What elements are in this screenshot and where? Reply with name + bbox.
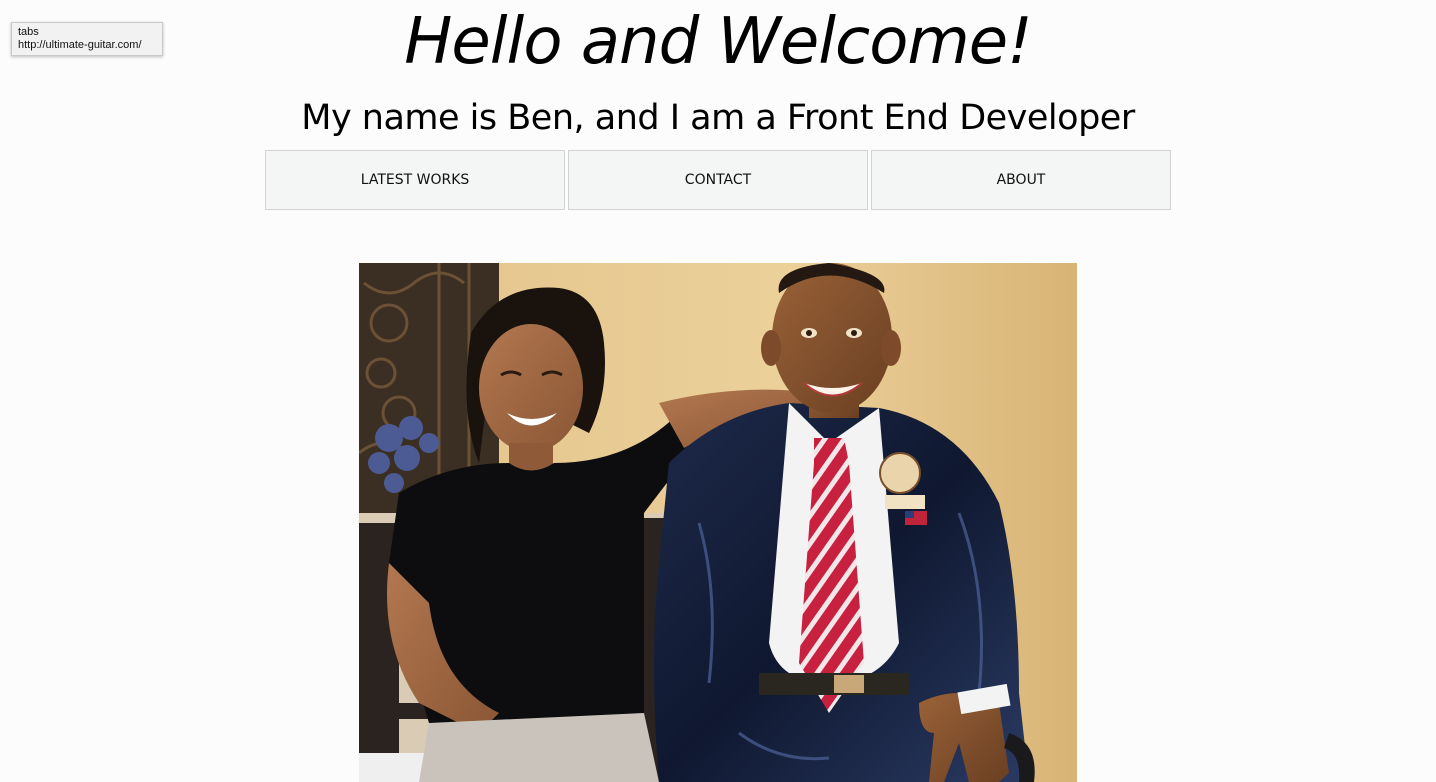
profile-photo-illustration (359, 263, 1077, 782)
nav-about[interactable]: ABOUT (871, 150, 1171, 210)
tooltip-url: http://ultimate-guitar.com/ (18, 39, 142, 51)
profile-photo (359, 263, 1077, 782)
page-title: Hello and Welcome! (404, 5, 1032, 79)
tooltip-title: tabs (18, 26, 39, 38)
link-tooltip: tabs http://ultimate-guitar.com/ (11, 22, 163, 56)
main-nav: LATEST WORKS CONTACT ABOUT (265, 150, 1171, 210)
nav-contact[interactable]: CONTACT (568, 150, 868, 210)
nav-latest-works[interactable]: LATEST WORKS (265, 150, 565, 210)
page: tabs http://ultimate-guitar.com/ Hello a… (0, 0, 1436, 782)
page-subtitle: My name is Ben, and I am a Front End Dev… (301, 98, 1135, 138)
